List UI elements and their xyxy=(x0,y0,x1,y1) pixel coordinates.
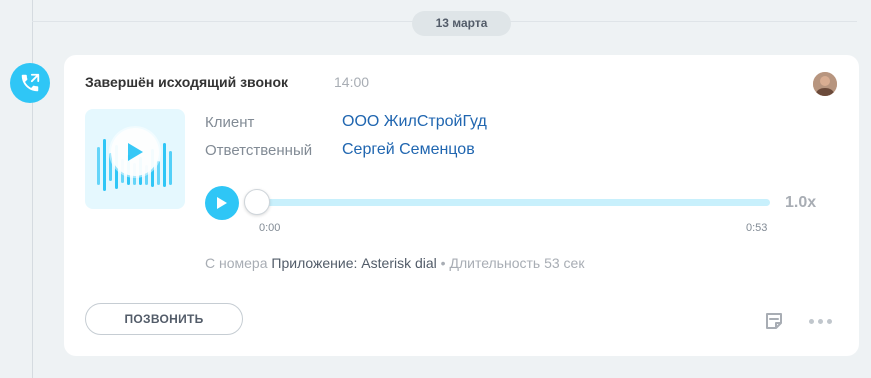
more-icon[interactable] xyxy=(805,312,835,330)
from-number-label: С номера xyxy=(205,255,268,271)
app-name: Приложение: Asterisk dial xyxy=(271,255,437,271)
responsible-link[interactable]: Сергей Семенцов xyxy=(342,141,475,159)
activity-title: Завершён исходящий звонок xyxy=(85,74,289,90)
meta-separator: • xyxy=(440,255,446,271)
responsible-label: Ответственный xyxy=(205,142,313,159)
duration-text: Длительность 53 сек xyxy=(449,255,585,271)
client-label: Клиент xyxy=(205,114,255,131)
current-time: 0:00 xyxy=(259,222,281,234)
call-meta: С номера Приложение: Asterisk dial • Дли… xyxy=(205,255,584,271)
responsible-avatar[interactable] xyxy=(813,72,837,96)
timeline-line xyxy=(32,0,33,378)
play-icon xyxy=(217,197,227,209)
client-link[interactable]: ООО ЖилСтройГуд xyxy=(342,113,487,131)
activity-time: 14:00 xyxy=(334,74,370,90)
playback-speed[interactable]: 1.0x xyxy=(785,194,816,212)
audio-thumbnail[interactable] xyxy=(85,109,185,209)
progress-track[interactable] xyxy=(254,199,770,206)
date-badge: 13 марта xyxy=(412,11,511,36)
thumbnail-play-icon[interactable] xyxy=(111,128,159,176)
note-icon[interactable] xyxy=(763,310,785,332)
call-activity-card: Завершён исходящий звонок 14:00 Клиент О… xyxy=(64,55,859,356)
outgoing-call-icon xyxy=(10,63,50,103)
total-duration: 0:53 xyxy=(746,222,768,234)
play-button[interactable] xyxy=(205,186,239,220)
progress-knob[interactable] xyxy=(244,189,270,215)
call-button[interactable]: ПОЗВОНИТЬ xyxy=(85,303,243,335)
